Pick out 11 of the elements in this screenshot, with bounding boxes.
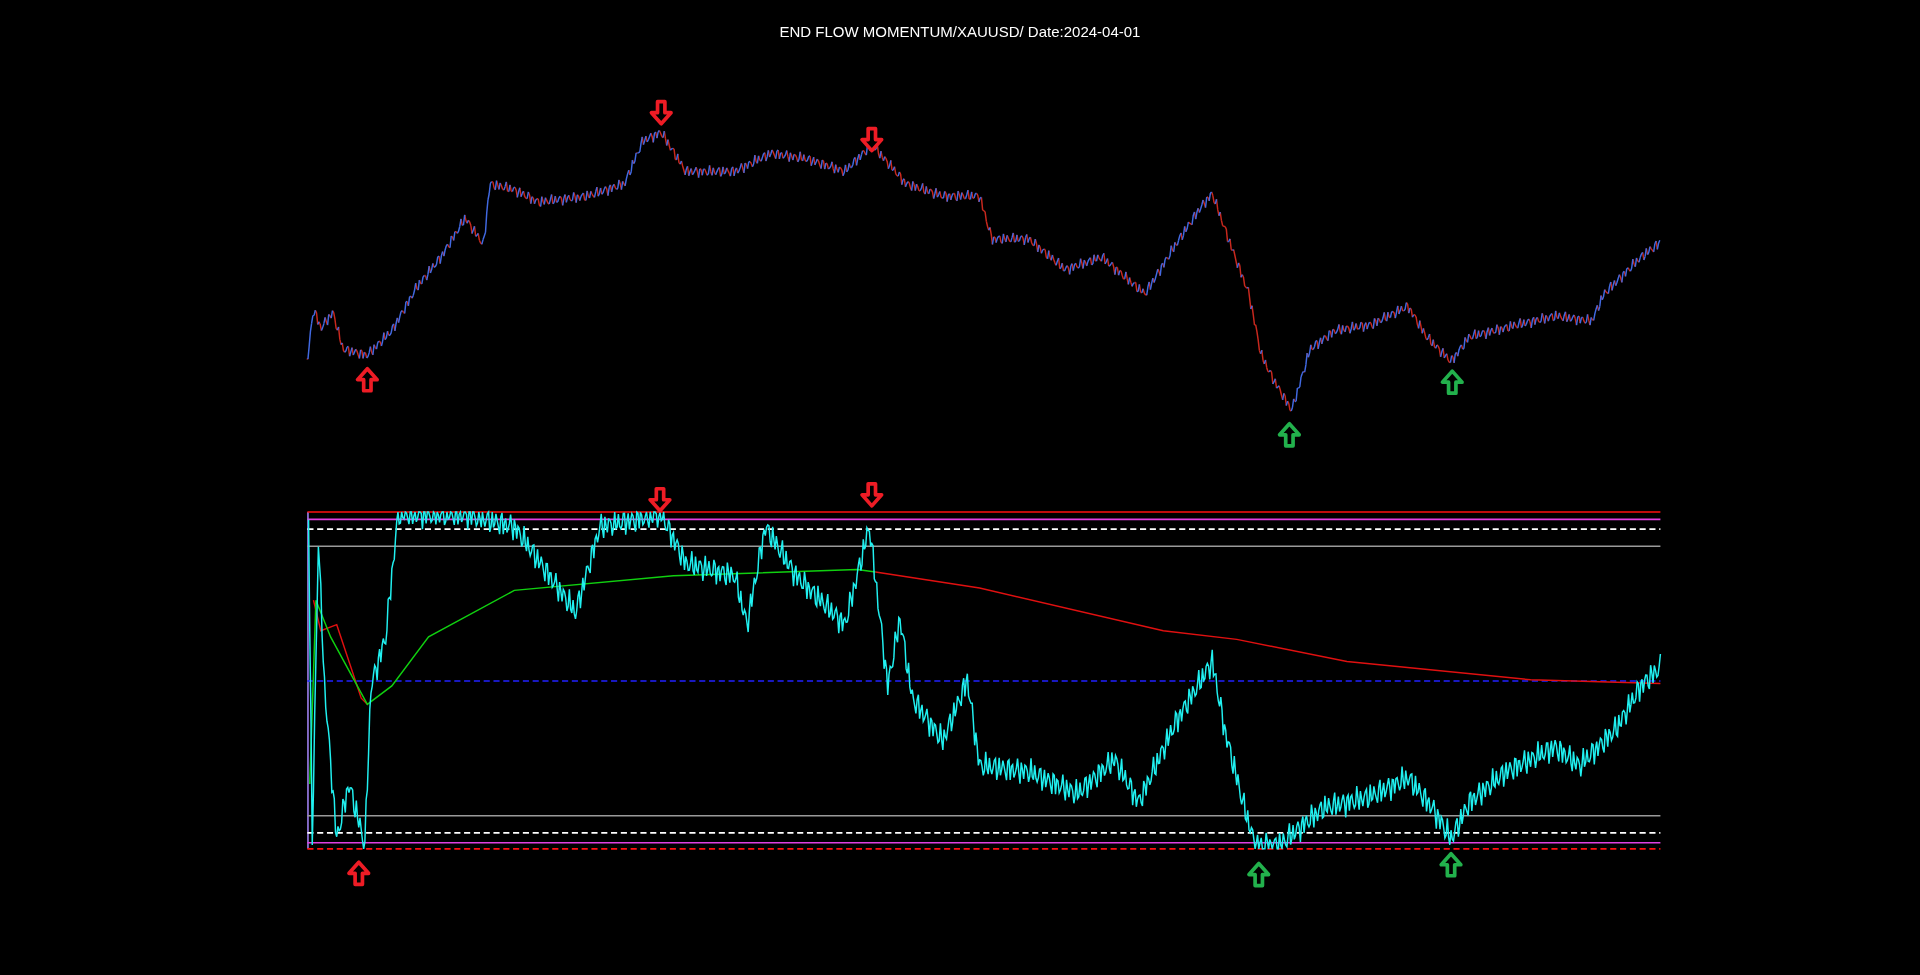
up-arrow-icon xyxy=(1440,369,1464,395)
down-arrow-icon xyxy=(649,99,673,126)
up-arrow-icon xyxy=(1277,421,1301,448)
up-arrow-icon xyxy=(1247,861,1271,888)
up-arrow-icon xyxy=(1439,851,1463,878)
up-arrow-icon xyxy=(347,860,371,887)
down-arrow-icon xyxy=(648,486,672,513)
down-arrow-icon xyxy=(860,126,884,153)
down-arrow-icon xyxy=(860,482,884,508)
up-arrow-icon xyxy=(355,366,379,393)
chart-title: END FLOW MOMENTUM/XAUUSD/ Date:2024-04-01 xyxy=(779,22,1141,42)
